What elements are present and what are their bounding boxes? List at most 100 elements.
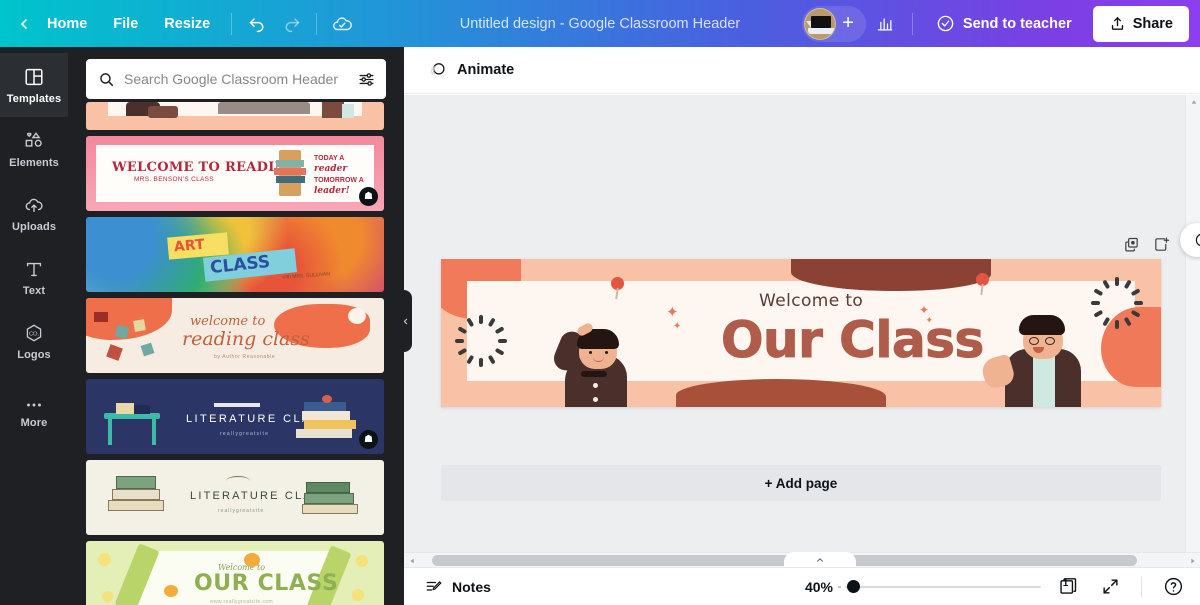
uploads-icon <box>25 198 43 212</box>
back-button[interactable] <box>12 12 34 36</box>
page-number: 1 <box>1062 577 1069 589</box>
stats-button[interactable] <box>868 8 902 40</box>
add-page-button[interactable] <box>1150 233 1172 255</box>
elements-icon <box>25 131 42 147</box>
scroll-up-button[interactable] <box>1186 95 1200 109</box>
redo-button[interactable] <box>274 8 308 40</box>
scroll-right-button[interactable] <box>1185 553 1200 568</box>
zoom-slider-knob[interactable] <box>847 580 860 593</box>
add-page-label: + Add page <box>764 475 838 491</box>
add-page-bar[interactable]: + Add page <box>441 465 1161 501</box>
sidebar-item-more[interactable]: More <box>0 381 68 445</box>
template-pro-badge: ☗ <box>359 187 378 206</box>
floating-round-button[interactable] <box>1180 223 1200 257</box>
sidebar-item-label: More <box>20 416 48 429</box>
collaborators-group[interactable]: + <box>802 5 866 42</box>
sidebar-item-templates[interactable]: Templates <box>0 53 68 117</box>
add-page-icon <box>1154 237 1169 251</box>
sidebar-item-elements[interactable]: Elements <box>0 117 68 181</box>
duplicate-page-button[interactable] <box>1120 233 1142 255</box>
zoom-slider[interactable] <box>838 580 1041 594</box>
add-collaborator-icon[interactable]: + <box>836 13 858 35</box>
canvas-vertical-scrollbar[interactable] <box>1185 95 1200 567</box>
search-container <box>68 47 404 99</box>
chevron-left-icon <box>403 318 407 324</box>
template-literature-cream[interactable]: LITERATURE CLASS reallygreatsite <box>86 460 384 535</box>
undo-button[interactable] <box>240 8 274 40</box>
check-circle-icon <box>937 15 954 32</box>
template-welcome-to-reading[interactable]: WELCOME TO READING MRS. BENSON'S CLASS T… <box>86 136 384 211</box>
template-subtitle: reallygreatsite <box>220 431 270 437</box>
sidebar-item-label: Uploads <box>11 220 57 233</box>
svg-text:CO.: CO. <box>29 331 40 337</box>
top-toolbar-left: Home File Resize <box>0 0 359 47</box>
fullscreen-button[interactable] <box>1095 573 1125 601</box>
file-menu-button[interactable]: File <box>100 8 151 40</box>
zoom-slider-tick <box>838 585 841 588</box>
design-person-left <box>550 317 663 407</box>
left-sidebar-rail: Templates Elements Uploads Text CO. Logo… <box>0 47 68 605</box>
caret-up-icon <box>1191 100 1196 104</box>
notes-panel-expand-handle[interactable] <box>784 552 856 567</box>
template-subtitle: by Author Reasonable <box>214 354 276 360</box>
design-pin-right <box>976 273 989 286</box>
more-icon <box>27 403 41 406</box>
template-caption: www.reallygreatsite.com <box>210 599 274 605</box>
search-input[interactable] <box>124 71 348 87</box>
design-page[interactable]: ✦ ✦ ✦ ✦ Welcome to Our Class <box>441 259 1161 407</box>
template-our-class-green[interactable]: Welcome to OUR CLASS www.reallygreatsite… <box>86 541 384 605</box>
undo-icon <box>249 18 264 33</box>
template-title: OUR CLASS <box>194 571 339 596</box>
templates-panel: WELCOME TO READING MRS. BENSON'S CLASS T… <box>68 47 404 605</box>
sidebar-item-logos[interactable]: CO. Logos <box>0 309 68 373</box>
template-our-class-peach-partial[interactable] <box>86 102 384 130</box>
send-to-teacher-label: Send to teacher <box>962 15 1072 32</box>
help-button[interactable] <box>1158 573 1188 601</box>
file-label: File <box>113 15 139 32</box>
cloud-saved-button[interactable] <box>325 8 359 40</box>
canvas-area[interactable]: ✦ ✦ ✦ ✦ Welcome to Our Class + Add page <box>404 95 1200 567</box>
share-label: Share <box>1132 15 1173 32</box>
design-blob-bottom <box>676 379 886 407</box>
sidebar-item-label: Templates <box>6 92 62 105</box>
top-toolbar-right: + Send to teacher Share <box>802 5 1200 42</box>
toolbar-divider-3 <box>911 12 913 35</box>
stats-icon <box>877 17 893 30</box>
sidebar-item-text[interactable]: Text <box>0 245 68 309</box>
sidebar-item-uploads[interactable]: Uploads <box>0 181 68 245</box>
search-box[interactable] <box>86 59 386 99</box>
zoom-controls: 40% 1 <box>797 573 1188 601</box>
notes-label: Notes <box>452 578 491 595</box>
design-person-right <box>979 305 1101 407</box>
zoom-slider-track <box>845 585 1041 588</box>
notes-button[interactable]: Notes <box>418 573 498 601</box>
resize-button[interactable]: Resize <box>151 8 223 40</box>
template-art-class[interactable]: ART CLASS with MRS. SULLIVAN <box>86 217 384 292</box>
templates-scroll-area[interactable]: WELCOME TO READING MRS. BENSON'S CLASS T… <box>68 47 404 605</box>
template-literature-navy[interactable]: LITERATURE CLASS reallygreatsite ☗ <box>86 379 384 454</box>
template-subtitle: MRS. BENSON'S CLASS <box>134 176 214 183</box>
send-to-teacher-button[interactable]: Send to teacher <box>923 7 1085 41</box>
bottom-divider <box>1141 576 1142 597</box>
avatar[interactable] <box>804 7 837 40</box>
sidebar-item-label: Text <box>22 284 46 297</box>
share-button[interactable]: Share <box>1092 5 1189 42</box>
template-welcome-reading-class[interactable]: welcome to reading class by Author Reaso… <box>86 298 384 373</box>
home-button[interactable]: Home <box>34 8 100 40</box>
toolbar-divider-1 <box>231 12 233 35</box>
pages-view-button[interactable]: 1 <box>1053 573 1083 601</box>
document-title-text: Untitled design - Google Classroom Heade… <box>459 15 741 32</box>
editor-area: Animate ✦ ✦ ✦ ✦ Welcome to Our Class + A… <box>404 47 1200 605</box>
help-icon <box>1164 577 1182 596</box>
design-pin-left <box>611 277 624 290</box>
page-tools <box>1120 233 1172 255</box>
text-icon <box>26 262 42 276</box>
animate-button[interactable]: Animate <box>419 53 523 87</box>
canva-editor-window: Home File Resize Untitled design - Googl… <box>0 0 1200 605</box>
panel-collapse-button[interactable] <box>398 290 412 352</box>
notes-icon <box>426 580 442 591</box>
search-icon <box>100 72 114 86</box>
template-subtitle: reallygreatsite <box>218 508 265 514</box>
expand-icon <box>1102 579 1118 594</box>
scroll-left-button[interactable] <box>404 553 419 568</box>
